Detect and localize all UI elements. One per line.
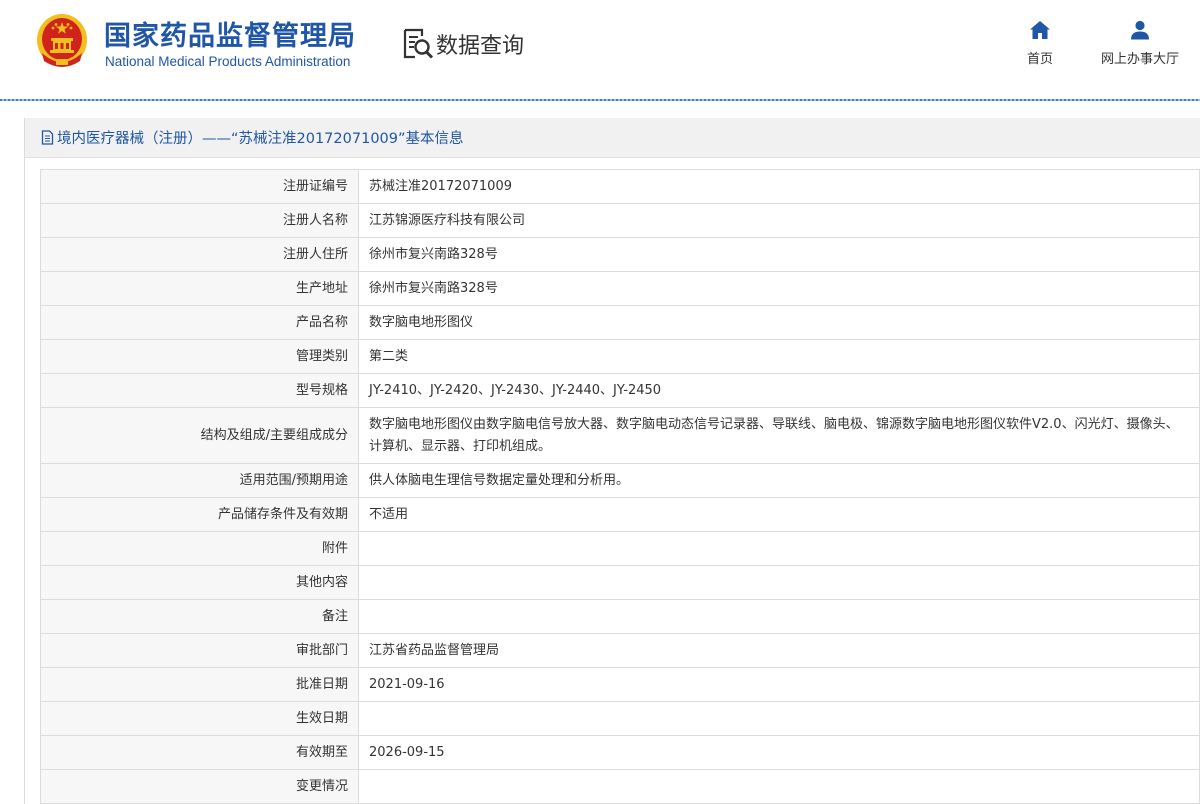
table-row: 注册人住所 徐州市复兴南路328号	[40, 237, 1200, 272]
user-icon	[1131, 20, 1149, 40]
row-value	[358, 701, 1200, 736]
home-icon	[1030, 21, 1050, 39]
row-label: 生效日期	[40, 701, 359, 736]
row-label: 产品储存条件及有效期	[40, 497, 359, 532]
nav-home-label: 首页	[1026, 52, 1053, 67]
document-icon	[41, 130, 54, 145]
row-label: 适用范围/预期用途	[40, 463, 359, 498]
row-value: 苏械注准20172071009	[358, 169, 1200, 204]
table-row: 产品名称 数字脑电地形图仪	[40, 305, 1200, 340]
site-brand-title[interactable]: 国家药品监督管理局	[104, 14, 356, 53]
row-label: 备注	[40, 599, 359, 634]
row-label: 有效期至	[40, 735, 359, 770]
table-row: 备注	[40, 599, 1200, 634]
table-row: 产品储存条件及有效期 不适用	[40, 497, 1200, 532]
row-value: 数字脑电地形图仪由数字脑电信号放大器、数字脑电动态信号记录器、导联线、脑电极、锦…	[358, 407, 1200, 464]
row-label: 变更情况	[40, 769, 359, 804]
table-row: 其他内容	[40, 565, 1200, 600]
table-row: 变更情况	[40, 769, 1200, 804]
nav-service-hall-label: 网上办事大厅	[1100, 52, 1179, 67]
row-value: 徐州市复兴南路328号	[358, 271, 1200, 306]
row-label: 型号规格	[40, 373, 359, 408]
nav-home-link[interactable]: 首页	[1020, 20, 1060, 67]
table-row: 结构及组成/主要组成成分 数字脑电地形图仪由数字脑电信号放大器、数字脑电动态信号…	[40, 407, 1200, 464]
site-header: 国家药品监督管理局 National Medical Products Admi…	[0, 0, 1200, 101]
table-row: 管理类别 第二类	[40, 339, 1200, 374]
row-value: 江苏省药品监督管理局	[358, 633, 1200, 668]
row-value: 徐州市复兴南路328号	[358, 237, 1200, 272]
national-emblem-icon[interactable]	[36, 13, 88, 69]
row-label: 注册人名称	[40, 203, 359, 238]
row-label: 注册证编号	[40, 169, 359, 204]
table-row: 适用范围/预期用途 供人体脑电生理信号数据定量处理和分析用。	[40, 463, 1200, 498]
table-row: 型号规格 JY-2410、JY-2420、JY-2430、JY-2440、JY-…	[40, 373, 1200, 408]
table-row: 批准日期 2021-09-16	[40, 667, 1200, 702]
row-label: 附件	[40, 531, 359, 566]
row-value: 第二类	[358, 339, 1200, 374]
registration-info-table: 注册证编号 苏械注准20172071009 注册人名称 江苏锦源医疗科技有限公司…	[40, 169, 1200, 804]
row-label: 生产地址	[40, 271, 359, 306]
table-row: 生效日期	[40, 701, 1200, 736]
table-row: 有效期至 2026-09-15	[40, 735, 1200, 770]
row-value: JY-2410、JY-2420、JY-2430、JY-2440、JY-2450	[358, 373, 1200, 408]
row-value: 2021-09-16	[358, 667, 1200, 702]
site-brand-subtitle[interactable]: National Medical Products Administration	[105, 54, 350, 69]
panel-title-bar: 境内医疗器械（注册）——“苏械注准20172071009”基本信息	[25, 118, 1200, 158]
table-row: 附件	[40, 531, 1200, 566]
document-search-icon	[403, 28, 434, 59]
row-label: 其他内容	[40, 565, 359, 600]
table-row: 注册证编号 苏械注准20172071009	[40, 169, 1200, 204]
header-divider	[0, 99, 1200, 101]
row-value: 不适用	[358, 497, 1200, 532]
row-label: 结构及组成/主要组成成分	[40, 407, 359, 464]
row-value	[358, 769, 1200, 804]
table-row: 生产地址 徐州市复兴南路328号	[40, 271, 1200, 306]
row-value: 2026-09-15	[358, 735, 1200, 770]
panel-title: 境内医疗器械（注册）——“苏械注准20172071009”基本信息	[57, 131, 464, 147]
data-query-heading: 数据查询	[402, 26, 524, 62]
data-query-label: 数据查询	[436, 34, 525, 59]
nav-service-hall-link[interactable]: 网上办事大厅	[1092, 20, 1188, 67]
row-value	[358, 565, 1200, 600]
row-value	[358, 599, 1200, 634]
row-label: 审批部门	[40, 633, 359, 668]
row-value: 数字脑电地形图仪	[358, 305, 1200, 340]
row-label: 注册人住所	[40, 237, 359, 272]
row-value: 江苏锦源医疗科技有限公司	[358, 203, 1200, 238]
row-value	[358, 531, 1200, 566]
table-row: 审批部门 江苏省药品监督管理局	[40, 633, 1200, 668]
row-label: 管理类别	[40, 339, 359, 374]
row-value: 供人体脑电生理信号数据定量处理和分析用。	[358, 463, 1200, 498]
table-row: 注册人名称 江苏锦源医疗科技有限公司	[40, 203, 1200, 238]
row-label: 批准日期	[40, 667, 359, 702]
row-label: 产品名称	[40, 305, 359, 340]
